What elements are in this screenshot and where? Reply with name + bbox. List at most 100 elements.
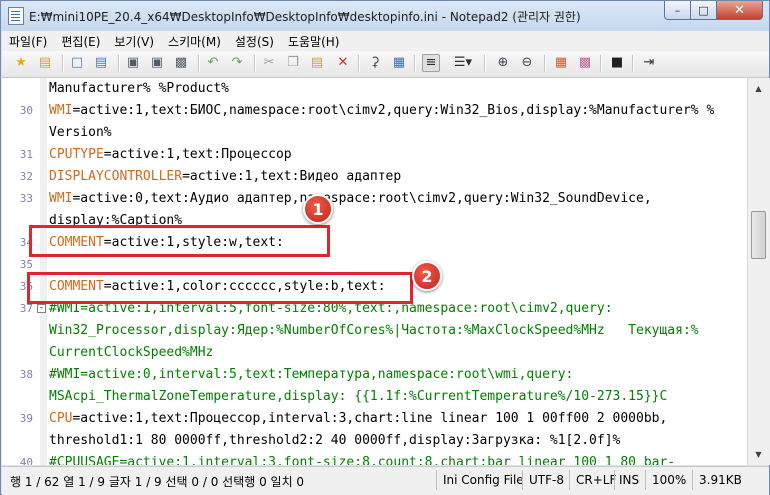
undo-icon[interactable]: ↶ (204, 54, 222, 72)
toolbar: ★ ▤ □ ▤ ▣ ▣ ▩ ↶ ↷ ✂ ❐ ▤ ✕ ⚳ ▦ ≡ ☰▾ ⊕ ⊖ ▦… (2, 51, 769, 78)
line-text: Win32_Processor,display:Ядер:%NumberOfCo… (49, 323, 699, 338)
customize-icon[interactable]: ▩ (576, 54, 594, 72)
line-text: threshold1:1 80 0000ff,threshold2:2 40 0… (49, 433, 621, 448)
toolbar-separator (544, 55, 546, 72)
line-text: MSAcpi_ThermalZoneTemperature,display: {… (49, 389, 668, 404)
delete-icon[interactable]: ✕ (334, 54, 352, 72)
menu-file[interactable]: 파일(F) (2, 33, 54, 50)
line-key: WMI (49, 103, 73, 118)
status-scheme[interactable]: Ini Config File (443, 473, 524, 487)
editor-line: Win32_Processor,display:Ядер:%NumberOfCo… (2, 320, 747, 342)
line-text: Version% (49, 125, 112, 140)
line-key: CPU (49, 411, 73, 426)
line-text: #WMI=active:0,interval:5,text:Температур… (49, 367, 574, 382)
editor-line: 38 #WMI=active:0,interval:5,text:Температ… (2, 364, 747, 386)
notepad-app-icon (8, 7, 24, 25)
zoom-in-icon[interactable]: ⊕ (494, 54, 512, 72)
copy-icon[interactable]: ❐ (284, 54, 302, 72)
fold-collapse-icon[interactable]: - (37, 304, 46, 313)
replace-icon[interactable]: ▦ (390, 54, 408, 72)
status-eol[interactable]: CR+LF (576, 473, 616, 487)
status-separator (692, 470, 693, 490)
save-as-icon[interactable]: ▣ (148, 54, 166, 72)
line-number: 40 (19, 456, 33, 465)
editor-line: 31 CPUTYPE=active:1,text:Процессор (2, 144, 747, 166)
editor-line: 32 DISPLAYCONTROLLER=active:1,text:Видео … (2, 166, 747, 188)
menu-view[interactable]: 보기(V) (107, 33, 161, 50)
redo-icon[interactable]: ↷ (228, 54, 246, 72)
scroll-up-icon[interactable]: ▲ (750, 80, 767, 97)
print-icon[interactable]: ▩ (172, 54, 190, 72)
menu-bar: 파일(F) 편집(E) 보기(V) 스키마(M) 설정(S) 도움말(H) (2, 31, 769, 51)
toolbar-separator (358, 55, 360, 72)
annotation-badge-2: 2 (412, 261, 442, 291)
status-separator (614, 470, 615, 490)
editor-line: CurrentClockSpeed%MHz (2, 342, 747, 364)
line-number: 38 (19, 368, 33, 381)
line-number: 31 (19, 148, 33, 161)
maximize-icon: □ (698, 3, 709, 17)
editor-line: threshold1:1 80 0000ff,threshold2:2 40 0… (2, 430, 747, 452)
toolbar-separator (254, 55, 256, 72)
status-zoom[interactable]: 100% (652, 473, 686, 487)
menu-edit[interactable]: 편집(E) (54, 33, 107, 50)
minimize-button[interactable]: – (664, 1, 691, 20)
editor-line: 30 WMI=active:1,text:БИОС,namespace:root\… (2, 100, 747, 122)
menu-scheme[interactable]: 스키마(M) (161, 33, 228, 50)
cut-icon[interactable]: ✂ (260, 54, 278, 72)
line-number: 39 (19, 412, 33, 425)
status-separator (645, 470, 646, 490)
line-key: DISPLAYCONTROLLER (49, 169, 183, 184)
maximize-button[interactable]: □ (691, 1, 717, 20)
line-text: #CPUUSAGE=active:1,interval:3,font-size:… (49, 455, 676, 465)
editor-line: 40 #CPUUSAGE=active:1,interval:3,font-siz… (2, 452, 747, 465)
menu-help[interactable]: 도움말(H) (281, 33, 347, 50)
editor-area[interactable]: Manufacturer% %Product% 30 WMI=active:1,t… (2, 78, 747, 465)
line-text: =active:1,text:БИОС,namespace:root\cimv2… (72, 103, 715, 118)
status-ins[interactable]: INS (619, 473, 639, 487)
window-controls: – □ ✕ (664, 1, 763, 21)
new-file-icon[interactable]: □ (68, 54, 86, 72)
line-text: =active:1,text:Процессор (103, 147, 292, 162)
scheme-icon[interactable]: ▦ (552, 54, 570, 72)
annotation-box-1 (29, 225, 330, 257)
line-number: 33 (19, 192, 33, 205)
annotation-box-2 (27, 272, 413, 304)
editor-line: 33 WMI=active:0,text:Аудио адаптер,namesp… (2, 188, 747, 210)
vertical-scrollbar[interactable]: ▲ ▼ (747, 78, 770, 465)
title-bar[interactable]: E:₩mini10PE_20.4_x64₩DesktopInfo₩Desktop… (1, 1, 769, 31)
word-wrap-icon[interactable]: ≡ (422, 54, 440, 72)
scroll-down-icon[interactable]: ▼ (750, 446, 767, 463)
folder-open-icon[interactable]: ▤ (36, 54, 54, 72)
paste-icon[interactable]: ▤ (308, 54, 326, 72)
line-number: 35 (19, 258, 33, 271)
list-icon[interactable]: ☰▾ (450, 54, 476, 72)
console-icon[interactable]: ■ (608, 54, 626, 72)
toolbar-separator (484, 55, 486, 72)
zoom-out-icon[interactable]: ⊖ (518, 54, 536, 72)
toolbar-separator (118, 55, 120, 72)
line-text: CurrentClockSpeed%MHz (49, 345, 214, 360)
window-title: E:₩mini10PE_20.4_x64₩DesktopInfo₩Desktop… (29, 10, 581, 24)
find-icon[interactable]: ⚳ (366, 54, 384, 72)
toolbar-separator (414, 55, 416, 72)
close-button[interactable]: ✕ (717, 1, 763, 20)
editor-line: MSAcpi_ThermalZoneTemperature,display: {… (2, 386, 747, 408)
annotation-badge-1: 1 (303, 194, 333, 224)
menu-settings[interactable]: 설정(S) (228, 33, 281, 50)
scroll-thumb[interactable] (751, 211, 766, 259)
editor-line: Version% (2, 122, 747, 144)
line-number: 32 (19, 170, 33, 183)
save-icon[interactable]: ▣ (124, 54, 142, 72)
star-icon[interactable]: ★ (12, 54, 30, 72)
toolbar-separator (632, 55, 634, 72)
line-number: 30 (19, 104, 33, 117)
exit-icon[interactable]: ⇥ (640, 54, 658, 72)
status-encoding[interactable]: UTF-8 (529, 473, 564, 487)
open-file-icon[interactable]: ▤ (92, 54, 110, 72)
line-text: =active:0,text:Аудио адаптер,namespace:r… (72, 191, 652, 206)
toolbar-separator (62, 55, 64, 72)
status-bar: 행 1 / 62 열 1 / 9 글자 1 / 9 선택 0 / 0 선택행 0… (2, 466, 769, 495)
line-text: =active:1,text:Процессор,interval:3,char… (72, 411, 668, 426)
status-separator (569, 470, 570, 490)
